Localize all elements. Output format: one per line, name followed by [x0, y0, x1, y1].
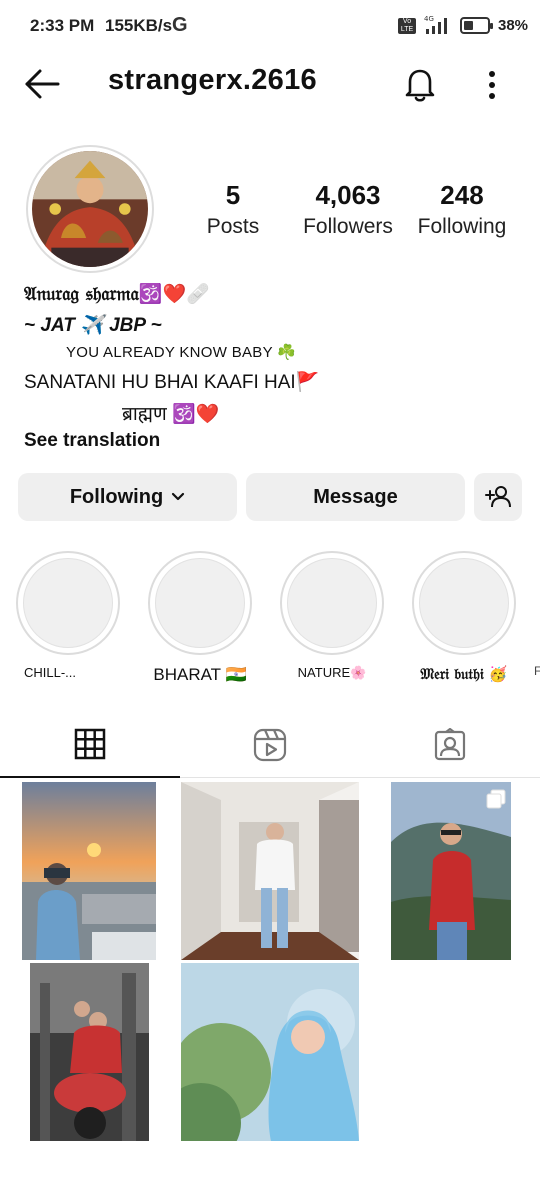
highlight-ring	[16, 551, 120, 655]
post-thumbnail[interactable]	[181, 782, 359, 960]
add-user-icon	[485, 486, 511, 508]
highlight-ring	[280, 551, 384, 655]
reels-icon	[253, 728, 287, 762]
more-vertical-icon[interactable]	[478, 66, 506, 104]
following-button[interactable]: Following	[18, 473, 237, 521]
following-label: Following	[417, 215, 507, 238]
story-highlight[interactable]: 𝔐𝔢𝔯𝔦 𝔟𝔲𝔱𝔥𝔦 🥳	[412, 551, 516, 683]
following-stat[interactable]: 248 Following	[412, 180, 512, 239]
following-count: 248	[440, 180, 484, 210]
highlight-label: NATURE🌸	[297, 665, 367, 680]
svg-text:4G: 4G	[424, 15, 434, 23]
chevron-down-icon	[172, 492, 185, 501]
see-translation-link[interactable]: See translation	[24, 430, 160, 452]
message-button[interactable]: Message	[246, 473, 465, 521]
followers-count: 4,063	[315, 180, 381, 210]
status-bar: 2:33 PM 155KB/s G Vo LTE 4G 38%	[0, 0, 540, 52]
bio-line: YOU ALREADY KNOW BABY ☘️	[66, 344, 297, 361]
status-time: 2:33 PM	[30, 16, 95, 35]
story-highlight[interactable]: CHILL-...	[16, 551, 120, 680]
following-button-label: Following	[69, 485, 164, 508]
highlight-label: CHILL-...	[24, 665, 77, 680]
highlight-cover	[155, 558, 245, 648]
story-highlight[interactable]: BHARAT 🇮🇳	[148, 551, 252, 685]
profile-header: strangerx.2616	[0, 52, 540, 114]
tab-tagged[interactable]	[360, 712, 540, 778]
story-highlight[interactable]: NATURE🌸	[280, 551, 384, 681]
bio-line: SANATANI HU BHAI KAAFI HAI🚩	[24, 372, 320, 393]
suggested-users-button[interactable]	[474, 473, 522, 521]
back-arrow-icon[interactable]	[22, 66, 62, 102]
username-title: strangerx.2616	[108, 64, 317, 96]
highlight-ring	[412, 551, 516, 655]
bell-icon[interactable]	[400, 64, 440, 104]
tab-reels[interactable]	[180, 712, 360, 778]
posts-label: Posts	[206, 215, 260, 238]
followers-label: Followers	[303, 215, 393, 238]
google-icon: G	[172, 14, 188, 36]
highlight-cover	[419, 558, 509, 648]
bio-line: ब्राह्मण 🕉️❤️	[122, 404, 220, 425]
signal-icon: 4G	[424, 15, 447, 34]
grid-icon	[74, 728, 106, 760]
highlight-cover	[23, 558, 113, 648]
post-thumbnail[interactable]	[30, 963, 149, 1141]
posts-stat[interactable]: 5 Posts	[200, 180, 266, 239]
profile-name: 𝔄𝔫𝔲𝔯𝔞𝔤 𝔰𝔥𝔞𝔯𝔪𝔞🕉️❤️🩹	[24, 283, 210, 305]
network-speed: 155KB/s	[105, 16, 173, 35]
highlight-label: 𝔐𝔢𝔯𝔦 𝔟𝔲𝔱𝔥𝔦 🥳	[420, 665, 508, 683]
battery-icon	[460, 17, 493, 34]
bio-line: ~ JAT ✈️ JBP ~	[24, 315, 162, 336]
highlight-label: BHARAT 🇮🇳	[153, 665, 247, 684]
post-thumbnail[interactable]	[391, 782, 511, 960]
volte-icon: Vo LTE	[398, 18, 416, 34]
tagged-icon	[434, 728, 466, 761]
avatar-image	[32, 151, 148, 267]
multiple-photos-icon	[486, 789, 506, 809]
post-thumbnail[interactable]	[22, 782, 156, 960]
tab-posts-grid[interactable]	[0, 712, 180, 778]
profile-avatar[interactable]	[26, 145, 154, 273]
highlight-cover	[287, 558, 377, 648]
posts-count: 5	[225, 180, 241, 210]
followers-stat[interactable]: 4,063 Followers	[298, 180, 398, 239]
post-thumbnail[interactable]	[181, 963, 359, 1141]
message-button-label: Message	[313, 485, 398, 508]
profile-tabs	[0, 712, 540, 778]
highlight-ring	[148, 551, 252, 655]
highlight-overflow-indicator: F	[534, 664, 540, 678]
battery-percent: 38%	[498, 17, 529, 34]
